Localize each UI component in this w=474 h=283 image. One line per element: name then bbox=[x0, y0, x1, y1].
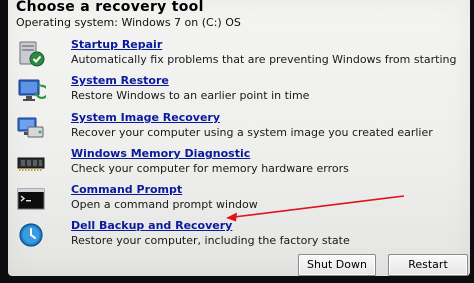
command-prompt-description: Open a command prompt window bbox=[71, 198, 258, 211]
tool-dell-backup-and-recovery: Dell Backup and Recovery Restore your co… bbox=[14, 219, 454, 253]
command-prompt-icon bbox=[17, 188, 45, 210]
dell-backup-and-recovery-description: Restore your computer, including the fac… bbox=[71, 234, 350, 247]
recovery-panel: Choose a recovery tool Operating system:… bbox=[8, 0, 470, 276]
memory-chip-icon bbox=[17, 157, 45, 171]
tool-startup-repair: Startup Repair Automatically fix problem… bbox=[14, 38, 457, 72]
tool-system-image-recovery: System Image Recovery Recover your compu… bbox=[14, 111, 454, 145]
startup-repair-link[interactable]: Startup Repair bbox=[71, 38, 162, 51]
system-restore-link[interactable]: System Restore bbox=[71, 74, 169, 87]
recovery-window: Choose a recovery tool Operating system:… bbox=[0, 0, 474, 283]
operating-system-line: Operating system: Windows 7 on (C:) OS bbox=[16, 16, 241, 29]
startup-repair-icon bbox=[19, 41, 45, 67]
system-image-recovery-link[interactable]: System Image Recovery bbox=[71, 111, 220, 124]
system-restore-icon bbox=[18, 79, 46, 101]
shut-down-button[interactable]: Shut Down bbox=[298, 254, 376, 276]
windows-memory-diagnostic-link[interactable]: Windows Memory Diagnostic bbox=[71, 147, 250, 160]
system-image-recovery-description: Recover your computer using a system ima… bbox=[71, 126, 433, 139]
startup-repair-description: Automatically fix problems that are prev… bbox=[71, 53, 457, 66]
command-prompt-link[interactable]: Command Prompt bbox=[71, 183, 182, 196]
system-image-recovery-icon bbox=[17, 117, 44, 138]
tool-command-prompt: Command Prompt Open a command prompt win… bbox=[14, 183, 454, 217]
tool-system-restore: System Restore Restore Windows to an ear… bbox=[14, 74, 454, 108]
dell-backup-clock-icon bbox=[19, 223, 43, 247]
windows-memory-diagnostic-description: Check your computer for memory hardware … bbox=[71, 162, 349, 175]
tool-windows-memory-diagnostic: Windows Memory Diagnostic Check your com… bbox=[14, 147, 454, 181]
system-restore-description: Restore Windows to an earlier point in t… bbox=[71, 89, 310, 102]
dell-backup-and-recovery-link[interactable]: Dell Backup and Recovery bbox=[71, 219, 232, 232]
window-title: Choose a recovery tool bbox=[16, 0, 204, 15]
restart-button[interactable]: Restart bbox=[388, 254, 468, 276]
